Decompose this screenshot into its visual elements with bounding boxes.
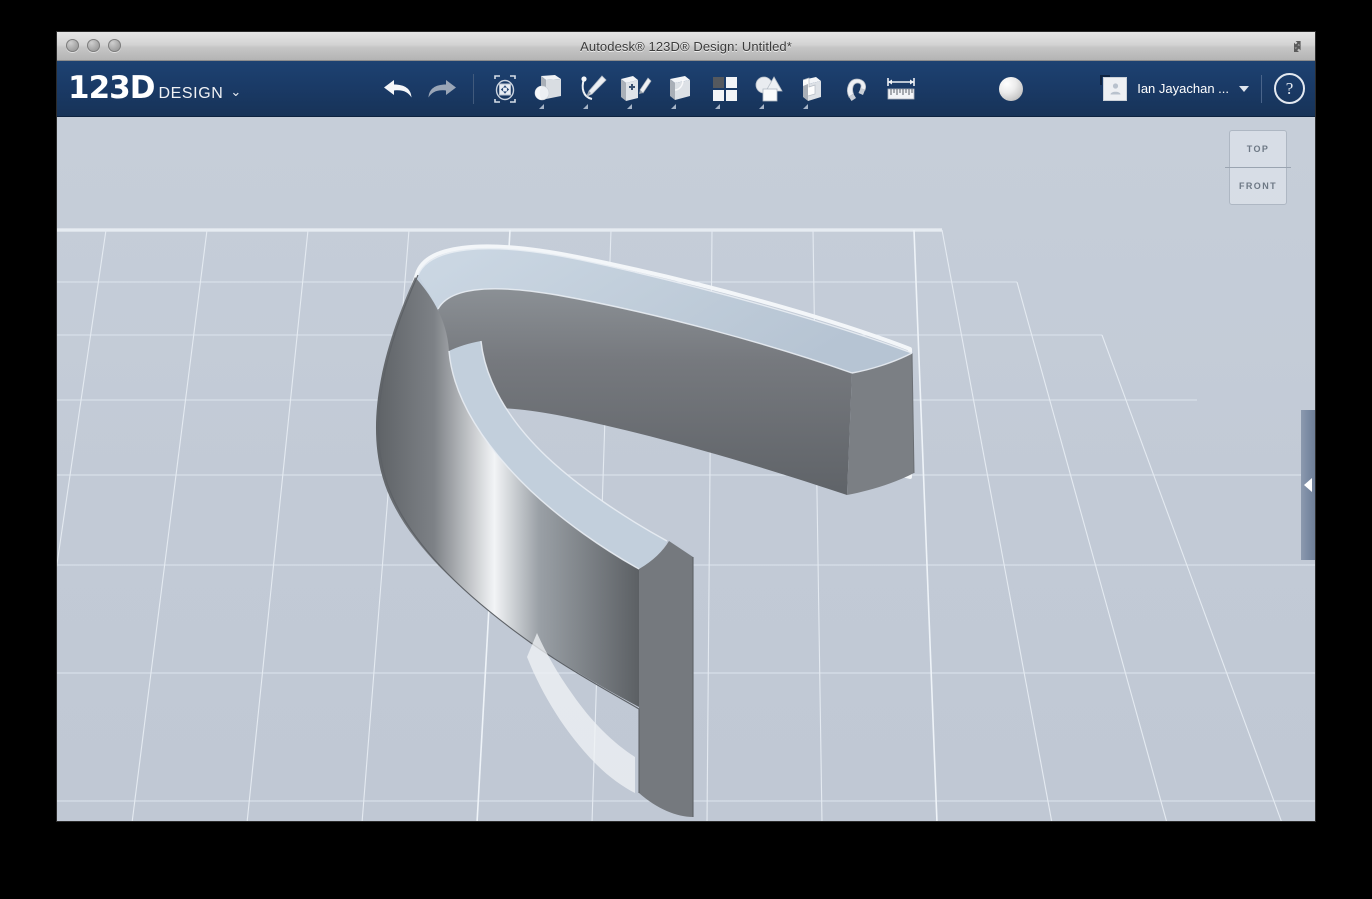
view-cube-axis-line [1225,167,1291,168]
chevron-down-icon[interactable] [759,104,764,109]
user-avatar-icon[interactable] [1103,77,1127,101]
chevron-down-icon[interactable] [803,104,808,109]
view-cube-front-face[interactable]: FRONT [1229,167,1287,205]
application-window: Autodesk® 123D® Design: Untitled* 123D D… [57,32,1315,821]
swept-ribbon-solid[interactable] [57,117,1315,821]
logo-word: DESIGN [158,85,223,103]
sketch-button[interactable] [571,66,615,112]
right-panel-collapse-handle[interactable] [1301,410,1315,560]
toolbar-separator [473,74,474,104]
measure-button[interactable] [879,66,923,112]
account-zone: Ian Jayachan ... ? [999,61,1305,116]
chevron-down-icon[interactable] [1239,86,1249,92]
primitives-button[interactable] [527,66,571,112]
window-titlebar: Autodesk® 123D® Design: Untitled* [57,32,1315,61]
chevron-down-icon[interactable] [627,104,632,109]
toolbar-separator [1261,75,1262,103]
history-tool-group [376,66,923,112]
transform-button[interactable] [483,66,527,112]
3d-viewport[interactable]: TOP FRONT [57,117,1315,821]
construct-button[interactable] [615,66,659,112]
material-sphere-icon[interactable] [999,77,1023,101]
redo-button[interactable] [420,66,464,112]
minimize-button[interactable] [87,39,100,52]
maximize-icon[interactable] [1289,36,1309,56]
zoom-button[interactable] [108,39,121,52]
user-name-label[interactable]: Ian Jayachan ... [1137,81,1229,96]
logo-mark: 123D [68,73,154,104]
chevron-down-icon[interactable] [539,104,544,109]
grouping-button[interactable] [747,66,791,112]
view-cube-top-face[interactable]: TOP [1229,130,1287,168]
snap-button[interactable] [835,66,879,112]
traffic-light-group [66,39,121,52]
modify-button[interactable] [659,66,703,112]
chevron-down-icon[interactable]: ⌄ [230,85,241,98]
help-button[interactable]: ? [1274,73,1305,104]
main-toolbar: 123D DESIGN ⌄ [57,61,1315,117]
desktop-backdrop: Autodesk® 123D® Design: Untitled* 123D D… [0,0,1372,899]
close-button[interactable] [66,39,79,52]
undo-button[interactable] [376,66,420,112]
chevron-down-icon[interactable] [715,104,720,109]
chevron-down-icon[interactable] [671,104,676,109]
left-triangle-icon [1304,478,1312,492]
app-logo[interactable]: 123D DESIGN ⌄ [68,73,241,104]
chevron-down-icon[interactable] [583,104,588,109]
window-title: Autodesk® 123D® Design: Untitled* [57,39,1315,54]
combine-button[interactable] [791,66,835,112]
view-cube[interactable]: TOP FRONT [1229,130,1287,205]
pattern-button[interactable] [703,66,747,112]
